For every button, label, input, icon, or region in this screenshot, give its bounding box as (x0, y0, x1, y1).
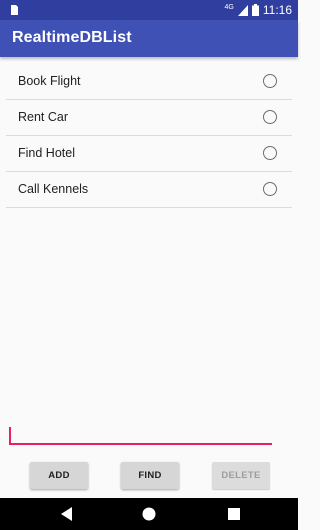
recents-icon (228, 508, 240, 520)
notification-icon (11, 5, 18, 15)
status-icons: 4G 11:16 (225, 0, 292, 20)
list-item-label: Call Kennels (18, 182, 89, 196)
radio-button[interactable] (263, 110, 277, 124)
navigation-bar (0, 498, 298, 530)
back-button[interactable] (52, 498, 82, 530)
home-button[interactable] (134, 498, 164, 530)
list-item-label: Book Flight (18, 74, 81, 88)
list-item-label: Rent Car (18, 110, 69, 124)
status-bar: 4G 11:16 (0, 0, 298, 20)
add-button[interactable]: ADD (30, 462, 88, 489)
list-item[interactable]: Book Flight (6, 64, 292, 100)
radio-button[interactable] (263, 182, 277, 196)
radio-button[interactable] (263, 146, 277, 160)
find-button[interactable]: FIND (121, 462, 179, 489)
home-icon (142, 507, 156, 521)
input-underline (9, 443, 272, 445)
todo-list: Book Flight Rent Car Find Hotel Call Ken… (6, 64, 292, 208)
list-item[interactable]: Call Kennels (6, 172, 292, 208)
app-title: RealtimeDBList (12, 29, 132, 46)
list-item-label: Find Hotel (18, 146, 75, 160)
network-type-label: 4G (224, 3, 234, 11)
back-icon (61, 507, 72, 521)
battery-icon (251, 4, 259, 16)
recents-button[interactable] (219, 498, 249, 530)
text-cursor (9, 427, 11, 443)
delete-button[interactable]: DELETE (212, 462, 270, 489)
status-time: 11:16 (262, 3, 292, 17)
radio-button[interactable] (263, 74, 277, 88)
signal-icon (237, 4, 248, 16)
list-item[interactable]: Rent Car (6, 100, 292, 136)
app-bar: RealtimeDBList (0, 20, 298, 57)
list-item[interactable]: Find Hotel (6, 136, 292, 172)
